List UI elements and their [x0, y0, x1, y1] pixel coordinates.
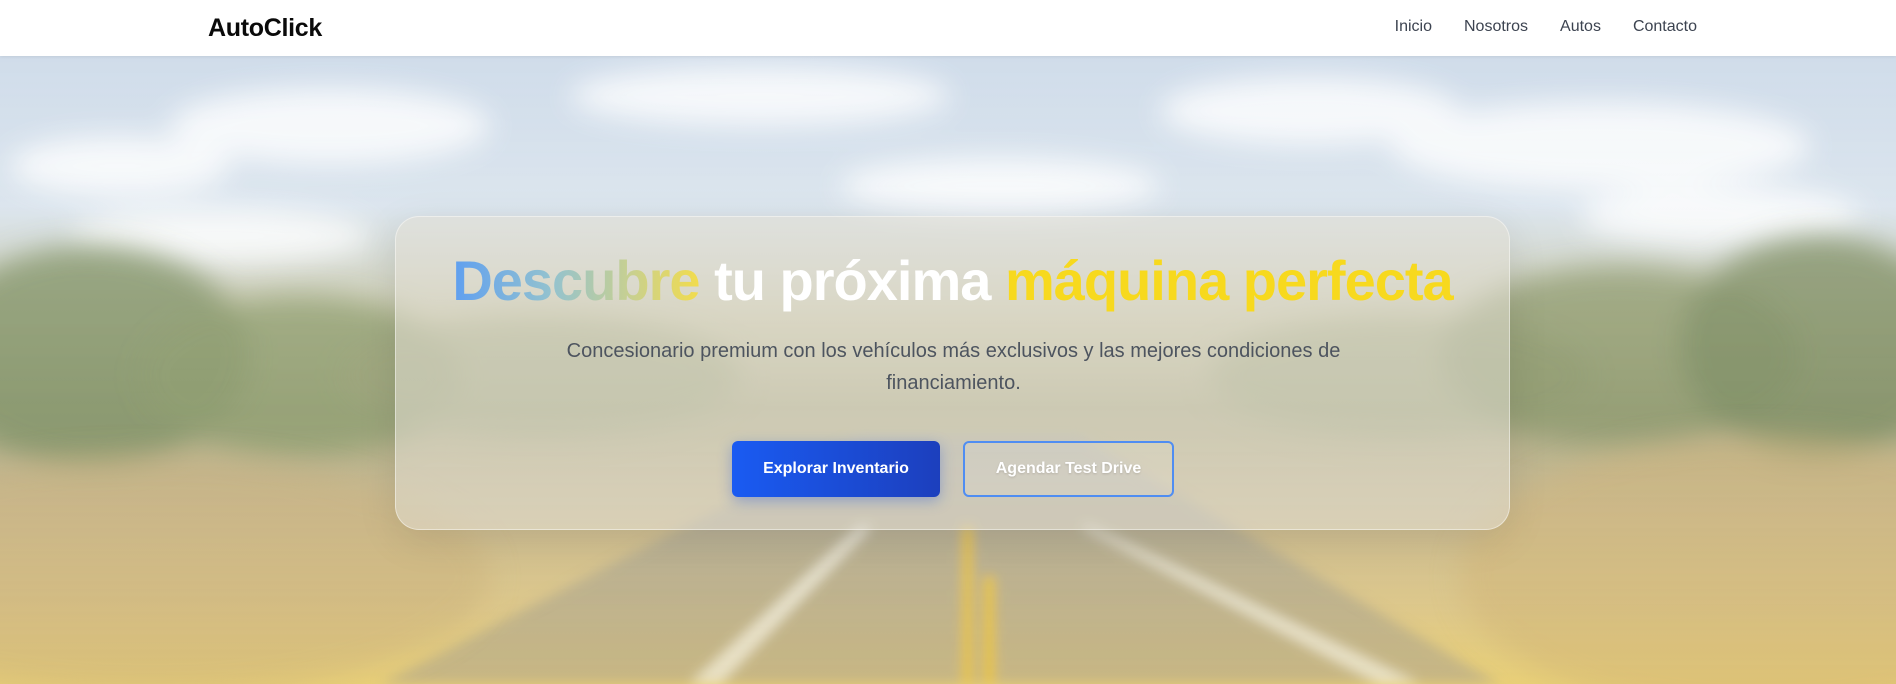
nav-link-autos[interactable]: Autos [1560, 18, 1601, 36]
hero-title-highlight: Descubre [452, 249, 700, 312]
explore-inventory-button[interactable]: Explorar Inventario [732, 441, 940, 497]
nav-link-inicio[interactable]: Inicio [1395, 18, 1432, 36]
hero-subtitle: Concesionario premium con los vehículos … [566, 340, 1341, 394]
hero-card: Descubre tu próxima máquina perfecta Con… [395, 216, 1510, 530]
hero-title: Descubre tu próxima máquina perfecta [396, 247, 1509, 314]
nav-link-nosotros[interactable]: Nosotros [1464, 18, 1528, 36]
navbar: AutoClick Inicio Nosotros Autos Contacto [0, 0, 1896, 56]
hero-section: Descubre tu próxima máquina perfecta Con… [0, 56, 1896, 684]
brand-logo[interactable]: AutoClick [208, 14, 322, 43]
nav-links: Inicio Nosotros Autos Contacto [1395, 18, 1697, 36]
hero-title-accent: máquina perfecta [1004, 249, 1454, 312]
nav-link-contacto[interactable]: Contacto [1633, 18, 1697, 36]
schedule-test-drive-button[interactable]: Agendar Test Drive [963, 441, 1174, 497]
hero-title-middle: tu próxima [714, 249, 991, 312]
